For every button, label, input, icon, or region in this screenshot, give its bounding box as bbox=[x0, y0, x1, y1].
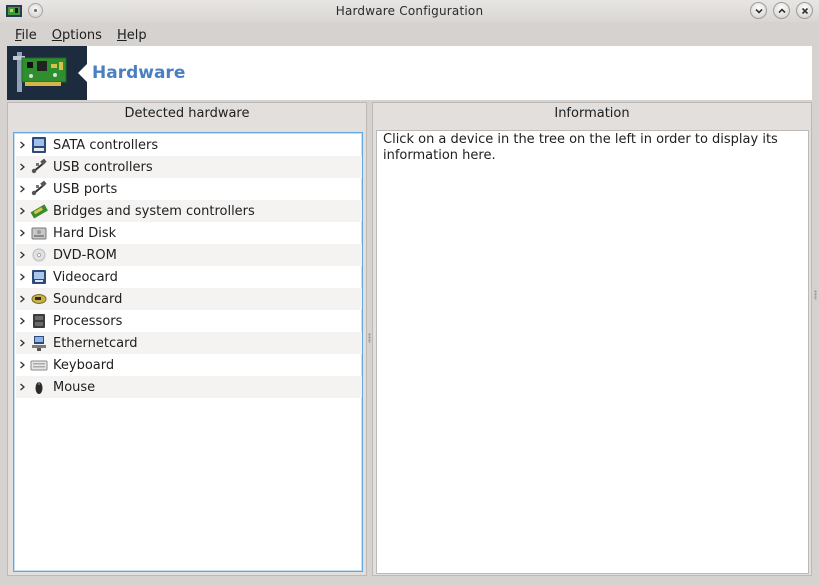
splitter-handle[interactable] bbox=[368, 333, 371, 343]
tree-row-label: USB controllers bbox=[53, 159, 153, 175]
usb-icon bbox=[30, 180, 48, 198]
menu-help-label: elp bbox=[126, 27, 147, 43]
expand-arrow-icon[interactable] bbox=[16, 244, 30, 266]
page-title: Hardware bbox=[92, 63, 186, 83]
hardware-card-icon bbox=[7, 46, 87, 100]
menu-file[interactable]: File bbox=[15, 28, 37, 43]
tree-row-label: SATA controllers bbox=[53, 137, 159, 153]
information-panel: Information Click on a device in the tre… bbox=[372, 102, 812, 576]
maximize-button[interactable] bbox=[773, 2, 790, 19]
tree-row-label: Keyboard bbox=[53, 357, 115, 373]
tree-row[interactable]: Bridges and system controllers bbox=[16, 200, 362, 222]
tree-row-label: Soundcard bbox=[53, 291, 123, 307]
resize-grip[interactable] bbox=[814, 290, 817, 300]
hard-disk-icon bbox=[30, 224, 48, 242]
menu-help-mnemonic: H bbox=[116, 27, 127, 43]
dvd-icon bbox=[30, 246, 48, 264]
menu-options[interactable]: Options bbox=[52, 28, 102, 43]
videocard-icon bbox=[30, 268, 48, 286]
sata-controller-icon bbox=[30, 136, 48, 154]
tree-row-label: DVD-ROM bbox=[53, 247, 117, 263]
ethernet-icon bbox=[30, 334, 48, 352]
expand-arrow-icon[interactable] bbox=[16, 354, 30, 376]
expand-arrow-icon[interactable] bbox=[16, 310, 30, 332]
expand-arrow-icon[interactable] bbox=[16, 266, 30, 288]
chevron-up-icon bbox=[778, 8, 786, 14]
menu-bar: File Options Help bbox=[0, 25, 819, 45]
tree-row[interactable]: Ethernetcard bbox=[16, 332, 362, 354]
tree-row-label: Mouse bbox=[53, 379, 96, 395]
soundcard-icon bbox=[30, 290, 48, 308]
title-bar: Hardware Configuration bbox=[0, 0, 819, 22]
header-banner: Hardware bbox=[7, 46, 812, 100]
expand-arrow-icon[interactable] bbox=[16, 156, 30, 178]
tree-row[interactable]: SATA controllers bbox=[16, 134, 362, 156]
menu-options-label: ptions bbox=[62, 27, 102, 43]
minimize-button[interactable] bbox=[750, 2, 767, 19]
expand-arrow-icon[interactable] bbox=[16, 376, 30, 398]
tree-row[interactable]: USB controllers bbox=[16, 156, 362, 178]
menu-options-mnemonic: O bbox=[51, 27, 63, 43]
tree-row-label: Videocard bbox=[53, 269, 118, 285]
tree-row-label: Ethernetcard bbox=[53, 335, 138, 351]
tree-row[interactable]: Videocard bbox=[16, 266, 362, 288]
information-header: Information bbox=[554, 106, 630, 121]
expand-arrow-icon[interactable] bbox=[16, 134, 30, 156]
detected-hardware-panel: Detected hardware SATA controllers USB co… bbox=[7, 102, 367, 576]
mouse-icon bbox=[30, 378, 48, 396]
tree-row[interactable]: Mouse bbox=[16, 376, 362, 398]
usb-icon bbox=[30, 158, 48, 176]
information-text: Click on a device in the tree on the lef… bbox=[383, 132, 778, 163]
banner-notch bbox=[78, 64, 87, 82]
chevron-down-icon bbox=[755, 8, 763, 14]
menu-help[interactable]: Help bbox=[117, 28, 147, 43]
tree-row[interactable]: DVD-ROM bbox=[16, 244, 362, 266]
tree-row-label: Processors bbox=[53, 313, 123, 329]
expand-arrow-icon[interactable] bbox=[16, 178, 30, 200]
expand-arrow-icon[interactable] bbox=[16, 222, 30, 244]
tree-row-label: Hard Disk bbox=[53, 225, 117, 241]
tree-row[interactable]: USB ports bbox=[16, 178, 362, 200]
tree-row[interactable]: Keyboard bbox=[16, 354, 362, 376]
tree-row[interactable]: Soundcard bbox=[16, 288, 362, 310]
close-icon bbox=[801, 7, 809, 15]
window-title: Hardware Configuration bbox=[335, 4, 484, 18]
bridge-chip-icon bbox=[30, 202, 48, 220]
expand-arrow-icon[interactable] bbox=[16, 200, 30, 222]
detected-hardware-header: Detected hardware bbox=[124, 106, 250, 121]
tree-row[interactable]: Hard Disk bbox=[16, 222, 362, 244]
information-box: Click on a device in the tree on the lef… bbox=[376, 130, 809, 574]
expand-arrow-icon[interactable] bbox=[16, 332, 30, 354]
expand-arrow-icon[interactable] bbox=[16, 288, 30, 310]
keyboard-icon bbox=[30, 356, 48, 374]
tree-row[interactable]: Processors bbox=[16, 310, 362, 332]
menu-file-label: ile bbox=[21, 27, 37, 43]
hardware-tree[interactable]: SATA controllers USB controllers USB ports… bbox=[13, 132, 363, 572]
close-button[interactable] bbox=[796, 2, 813, 19]
tree-row-label: Bridges and system controllers bbox=[53, 203, 255, 219]
tree-row-label: USB ports bbox=[53, 181, 118, 197]
processor-icon bbox=[30, 312, 48, 330]
